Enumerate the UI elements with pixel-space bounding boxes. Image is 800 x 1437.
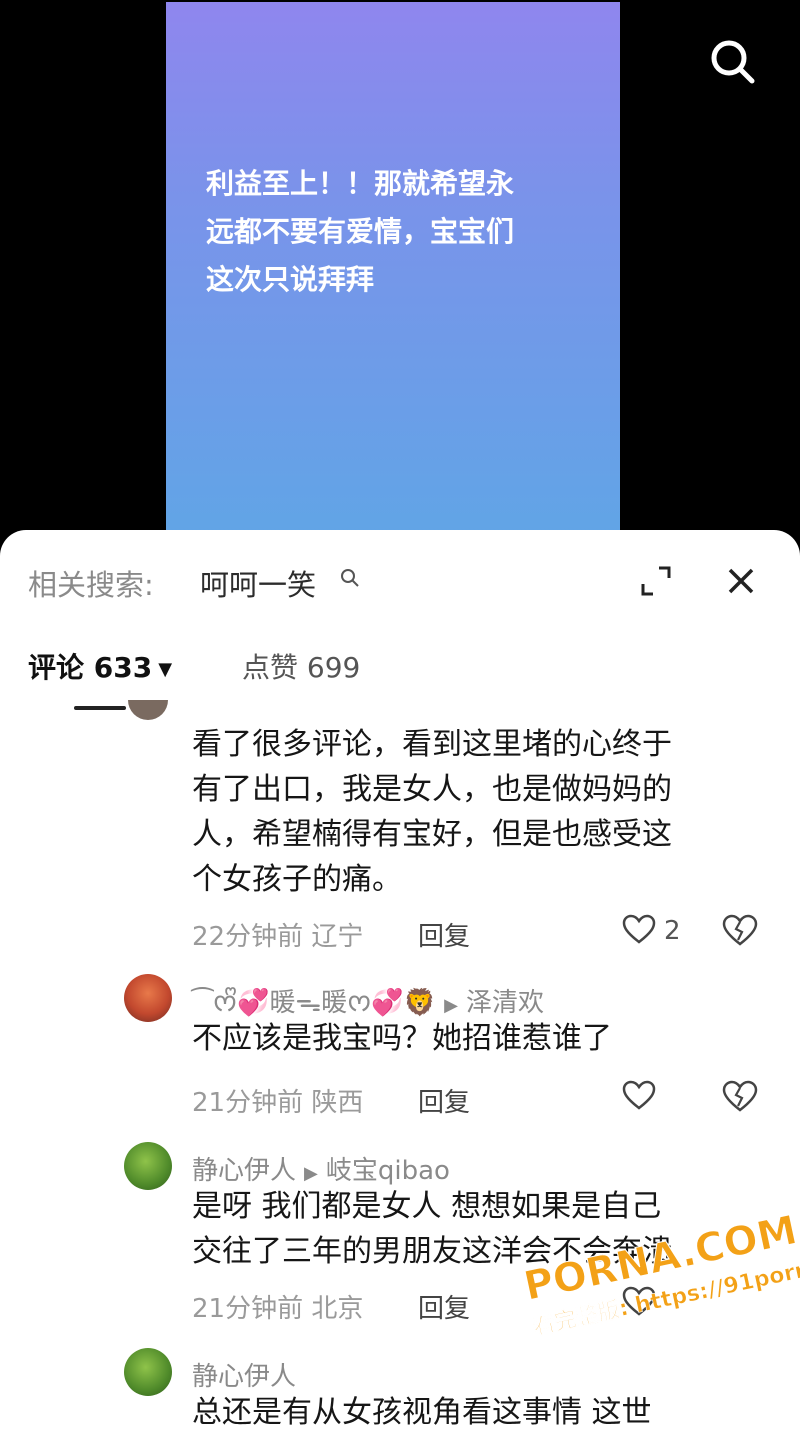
video-card[interactable]: 利益至上！！那就希望永 远都不要有爱情，宝宝们 这次只说拜拜 — [166, 2, 620, 562]
search-icon[interactable] — [707, 36, 757, 86]
video-area[interactable]: 利益至上！！那就希望永 远都不要有爱情，宝宝们 这次只说拜拜 — [0, 0, 800, 562]
like-count: 2 — [664, 916, 681, 946]
avatar[interactable] — [124, 974, 172, 1022]
small-search-icon — [341, 569, 359, 587]
username[interactable]: ⁀ᰔᩚ💞暖ᯓ暖ᰔ💞🦁 — [192, 988, 436, 1018]
broken-heart-icon[interactable] — [722, 1080, 758, 1112]
related-search-query[interactable]: 呵呵一笑 — [200, 562, 316, 604]
reply-button[interactable]: 回复 — [418, 1082, 470, 1119]
reply-to-username[interactable]: 岐宝qibao — [326, 1156, 450, 1186]
close-icon[interactable] — [724, 564, 758, 598]
reply-button[interactable]: 回复 — [418, 916, 470, 953]
comment-time-location: 22分钟前 辽宁 — [192, 922, 364, 952]
chevron-down-icon: ▼ — [158, 658, 173, 680]
comment-time-location: 21分钟前 陕西 — [192, 1088, 364, 1118]
reply-user-line: 静心伊人 ▶ 岐宝qibao — [192, 1150, 450, 1187]
expand-icon[interactable] — [639, 564, 673, 598]
reply-button[interactable]: 回复 — [418, 1288, 470, 1325]
tab-likes[interactable]: 点赞 699 — [242, 646, 360, 686]
related-search-bar[interactable]: 相关搜索: 呵呵一笑 — [0, 530, 800, 630]
username[interactable]: 静心伊人 — [192, 1156, 296, 1186]
avatar[interactable] — [124, 1142, 172, 1190]
play-triangle-icon: ▶ — [444, 995, 459, 1016]
comment-tabs: 评论 633 ▼ 点赞 699 — [0, 630, 800, 720]
tab-comments[interactable]: 评论 633 ▼ — [28, 646, 172, 686]
heart-icon[interactable] — [622, 914, 656, 944]
tab-comments-label: 评论 633 — [28, 651, 153, 684]
video-caption: 利益至上！！那就希望永 远都不要有爱情，宝宝们 这次只说拜拜 — [206, 167, 515, 296]
username[interactable]: 静心伊人 — [192, 1356, 296, 1393]
tab-indicator — [74, 706, 126, 710]
reply-to-username[interactable]: 泽清欢 — [466, 988, 544, 1018]
comment-time-location: 21分钟前 北京 — [192, 1294, 364, 1324]
comment-text: 不应该是我宝吗？她招谁惹谁了 — [192, 1021, 612, 1056]
heart-icon[interactable] — [622, 1080, 656, 1110]
comment-text: 看了很多评论，看到这里堵的心终于 有了出口，我是女人，也是做妈妈的 人，希望楠得… — [192, 727, 672, 897]
related-search-label: 相关搜索: — [28, 568, 154, 602]
play-triangle-icon: ▶ — [304, 1163, 318, 1184]
avatar[interactable] — [124, 1348, 172, 1396]
broken-heart-icon[interactable] — [722, 914, 758, 946]
